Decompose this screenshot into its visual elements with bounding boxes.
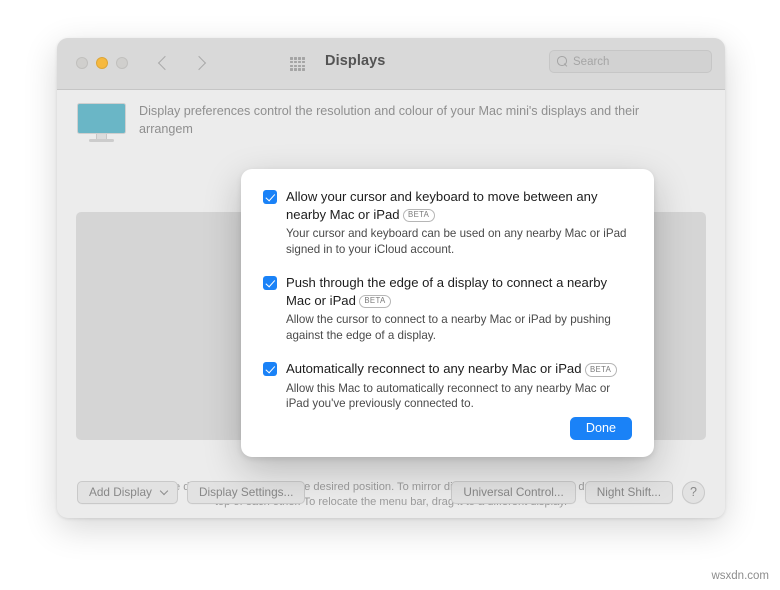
beta-badge: BETA [584,363,617,377]
display-settings-button[interactable]: Display Settings... [186,480,306,504]
night-shift-button[interactable]: Night Shift... [584,480,673,504]
sheet-footer: Done [569,417,632,440]
option-title-text: Automatically reconnect to any nearby Ma… [286,361,582,376]
option-title-text: Push through the edge of a display to co… [286,275,608,308]
window-toolbar: Displays Search [57,38,725,90]
checkbox-allow-cursor-keyboard[interactable] [263,190,277,204]
displays-preferences-window: Displays Search Display preferences cont… [57,38,725,518]
option-title-text: Allow your cursor and keyboard to move b… [286,189,598,222]
bottom-button-bar: Add Display Display Settings... Universa… [57,480,725,504]
universal-control-button[interactable]: Universal Control... [451,480,576,504]
search-placeholder: Search [573,55,610,68]
option-body: Push through the edge of a display to co… [286,274,632,343]
option-row[interactable]: Automatically reconnect to any nearby Ma… [263,360,632,412]
checkbox-auto-reconnect[interactable] [263,362,277,376]
display-monitor-icon [77,103,126,143]
close-light-icon[interactable] [76,57,88,69]
option-body: Allow your cursor and keyboard to move b… [286,188,632,257]
chevron-left-icon[interactable] [155,51,173,77]
nav-arrows [155,51,209,77]
option-title: Allow your cursor and keyboard to move b… [286,188,631,223]
page-title: Displays [325,53,386,69]
traffic-light-group [76,57,128,69]
minimize-light-icon[interactable] [96,57,108,69]
done-button[interactable]: Done [569,417,632,440]
option-title: Automatically reconnect to any nearby Ma… [286,360,631,378]
intro-row: Display preferences control the resoluti… [77,103,707,143]
checkbox-push-through-edge[interactable] [263,276,277,290]
universal-control-sheet: Allow your cursor and keyboard to move b… [241,169,654,457]
watermark: wsxdn.com [711,570,769,582]
option-description: Your cursor and keyboard can be used on … [286,227,627,256]
intro-description: Display preferences control the resoluti… [139,104,640,136]
chevron-down-icon [161,488,168,495]
add-display-label: Add Display [89,485,152,499]
option-row[interactable]: Push through the edge of a display to co… [263,274,632,343]
option-row[interactable]: Allow your cursor and keyboard to move b… [263,188,632,257]
option-description: Allow the cursor to connect to a nearby … [286,313,611,342]
search-input[interactable]: Search [549,50,712,73]
help-button[interactable]: ? [682,480,705,504]
option-body: Automatically reconnect to any nearby Ma… [286,360,632,412]
chevron-right-icon[interactable] [191,51,209,77]
option-description: Allow this Mac to automatically reconnec… [286,381,611,411]
option-title: Push through the edge of a display to co… [286,274,631,309]
beta-badge: BETA [358,294,392,308]
zoom-light-icon[interactable] [116,57,128,69]
search-icon [557,56,568,67]
beta-badge: BETA [402,208,435,222]
add-display-button[interactable]: Add Display [77,480,178,504]
grid-apps-icon[interactable] [290,57,305,71]
